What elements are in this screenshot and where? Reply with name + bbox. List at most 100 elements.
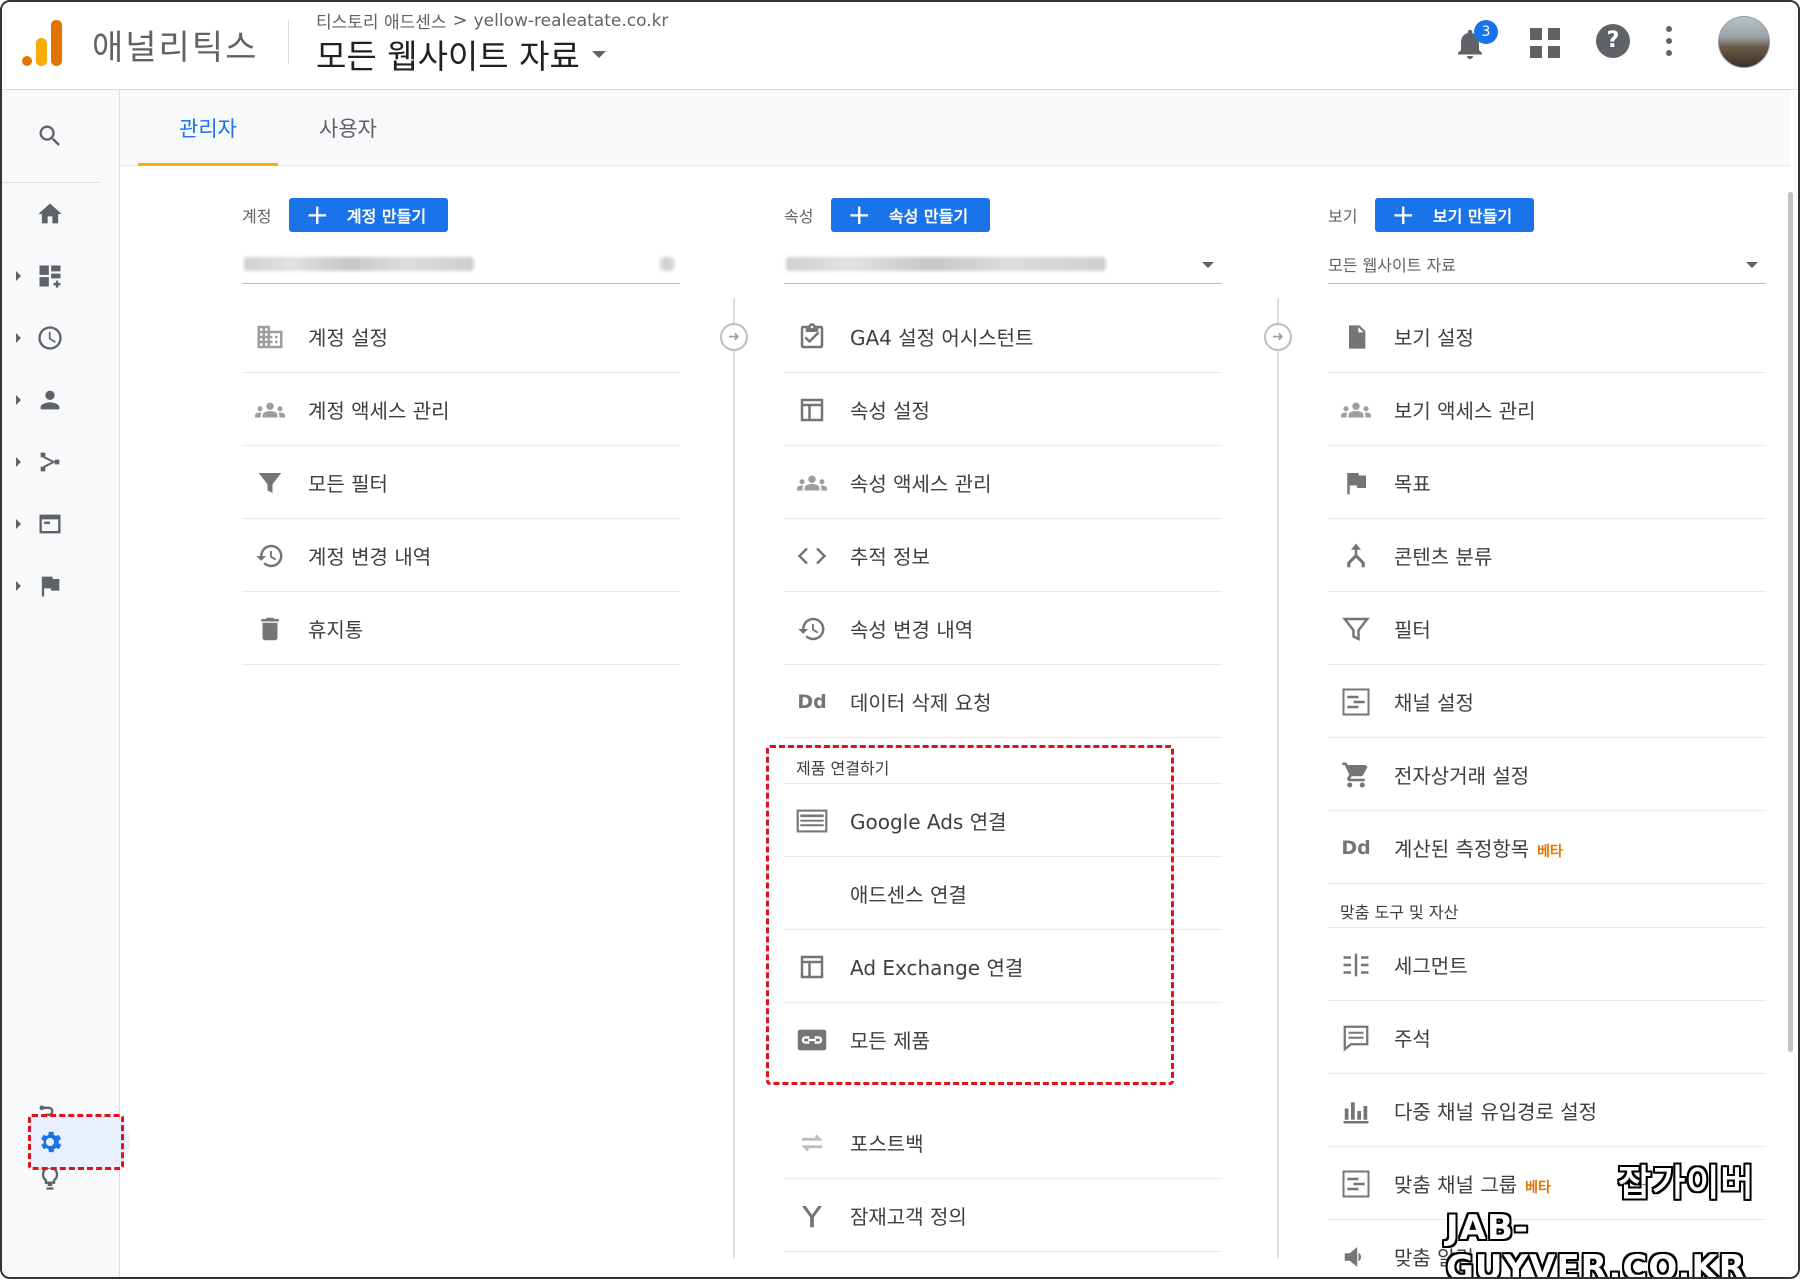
grouping-icon (1340, 541, 1372, 571)
menu-label: 계산된 측정항목 베타 (1394, 833, 1563, 862)
rail-audience[interactable] (2, 376, 120, 424)
data-deletion-item[interactable]: Dd 데이터 삭제 요청 (784, 665, 1222, 738)
property-history-item[interactable]: 속성 변경 내역 (784, 592, 1222, 665)
megaphone-icon (1340, 1242, 1372, 1272)
scrollbar[interactable] (1788, 192, 1793, 1052)
tab-user[interactable]: 사용자 (286, 90, 410, 166)
conversions-icon (41, 576, 60, 597)
view-label: 보기 (1328, 207, 1358, 226)
account-access-item[interactable]: 계정 액세스 관리 (242, 373, 680, 446)
help-icon[interactable]: ? (1596, 24, 1630, 58)
plus-icon: + (305, 198, 329, 231)
dd-icon: Dd (1341, 837, 1371, 859)
calculated-metrics-label: 계산된 측정항목 (1394, 836, 1530, 861)
view-title[interactable]: 모든 웹사이트 자료 (316, 30, 580, 78)
menu-label: 다중 채널 유입경로 설정 (1394, 1099, 1598, 1124)
trash-item[interactable]: 휴지통 (242, 592, 680, 665)
flag-icon (1340, 468, 1372, 498)
create-view-button[interactable]: + 보기 만들기 (1375, 198, 1535, 232)
expand-triangle-icon (16, 457, 21, 467)
all-filters-item[interactable]: 모든 필터 (242, 446, 680, 519)
filter-icon (254, 468, 286, 498)
property-settings-item[interactable]: 속성 설정 (784, 373, 1222, 446)
column-divider (1277, 298, 1279, 1258)
audience-definitions-item[interactable]: 잠재고객 정의 (784, 1179, 1222, 1252)
postback-icon (796, 1128, 828, 1158)
home-icon (38, 203, 62, 224)
create-view-label: 보기 만들기 (1432, 207, 1513, 226)
menu-label: 계정 설정 (308, 325, 388, 350)
avatar[interactable] (1718, 16, 1770, 68)
create-account-button[interactable]: + 계정 만들기 (289, 198, 449, 232)
tracking-info-item[interactable]: 추적 정보 (784, 519, 1222, 592)
behavior-icon (39, 514, 61, 534)
property-selector[interactable] (784, 244, 1222, 284)
menu-label: 맞춤 채널 그룹 베타 (1394, 1169, 1551, 1198)
account-history-item[interactable]: 계정 변경 내역 (242, 519, 680, 592)
admin-annotation-box (28, 1114, 124, 1170)
caret-down-icon (1202, 262, 1214, 268)
apps-grid-icon[interactable] (1530, 28, 1560, 58)
more-vert-icon[interactable] (1666, 26, 1672, 56)
left-rail (2, 90, 130, 1277)
analytics-logo[interactable] (22, 20, 62, 66)
menu-label: 휴지통 (308, 617, 364, 642)
menu-label: 계정 액세스 관리 (308, 398, 450, 423)
content-grouping-item[interactable]: 콘텐츠 분류 (1328, 519, 1766, 592)
annotation-icon (1340, 1023, 1372, 1053)
create-property-button[interactable]: + 속성 만들기 (831, 198, 991, 232)
channel-icon (1340, 1169, 1372, 1199)
breadcrumb-property[interactable]: yellow-realeatate.co.kr (474, 11, 669, 31)
window-icon (796, 395, 828, 425)
menu-label: 주석 (1394, 1026, 1431, 1051)
menu-label: 속성 설정 (850, 398, 930, 423)
app-frame: 애널리틱스 티스토리 애드센스 > yellow-realeatate.co.k… (0, 0, 1800, 1279)
menu-label: 목표 (1394, 471, 1431, 496)
calculated-metrics-item[interactable]: Dd 계산된 측정항목 베타 (1328, 811, 1766, 884)
admin-tabs: 관리자 사용자 (120, 90, 1790, 166)
search-icon (39, 125, 60, 146)
view-filters-item[interactable]: 필터 (1328, 592, 1766, 665)
annotations-item[interactable]: 주석 (1328, 1001, 1766, 1074)
menu-label: 계정 변경 내역 (308, 544, 432, 569)
mcf-settings-item[interactable]: 다중 채널 유입경로 설정 (1328, 1074, 1766, 1147)
rail-realtime[interactable] (2, 314, 120, 362)
rail-behavior[interactable] (2, 500, 120, 548)
history-icon (796, 614, 828, 644)
menu-label: 속성 변경 내역 (850, 617, 974, 642)
segments-item[interactable]: 세그먼트 (1328, 928, 1766, 1001)
rail-acquisition[interactable] (2, 438, 120, 486)
rail-home[interactable] (2, 190, 120, 238)
beta-badge: 베타 (1537, 843, 1563, 860)
view-selector[interactable]: 모든 웹사이트 자료 (316, 30, 606, 78)
create-property-label: 속성 만들기 (888, 207, 969, 226)
people-icon (254, 395, 286, 425)
menu-label: 보기 설정 (1394, 325, 1474, 350)
account-selector[interactable] (242, 244, 680, 284)
dd-icon: Dd (797, 691, 827, 713)
view-access-item[interactable]: 보기 액세스 관리 (1328, 373, 1766, 446)
arrow-right-icon: ➜ (1264, 323, 1292, 351)
tab-admin[interactable]: 관리자 (138, 90, 278, 166)
audience-icon (40, 390, 60, 410)
app-name: 애널리틱스 (92, 28, 259, 68)
segment-icon (1340, 950, 1372, 980)
postback-item[interactable]: 포스트백 (784, 1106, 1222, 1179)
menu-label: 세그먼트 (1394, 953, 1468, 978)
caret-down-icon (1746, 262, 1758, 268)
ecommerce-settings-item[interactable]: 전자상거래 설정 (1328, 738, 1766, 811)
view-settings-item[interactable]: 보기 설정 (1328, 300, 1766, 373)
menu-label: 잠재고객 정의 (850, 1204, 967, 1229)
arrow-right-icon: ➜ (720, 323, 748, 351)
rail-customization[interactable] (2, 252, 120, 300)
rail-conversions[interactable] (2, 562, 120, 610)
view-dropdown[interactable]: 모든 웹사이트 자료 (1328, 244, 1766, 284)
property-access-item[interactable]: 속성 액세스 관리 (784, 446, 1222, 519)
ga4-setup-assistant-item[interactable]: GA4 설정 어시스턴트 (784, 300, 1222, 373)
channel-settings-item[interactable]: 채널 설정 (1328, 665, 1766, 738)
rail-search[interactable] (2, 112, 120, 160)
account-settings-item[interactable]: 계정 설정 (242, 300, 680, 373)
expand-triangle-icon (16, 271, 21, 281)
goals-item[interactable]: 목표 (1328, 446, 1766, 519)
notifications-button[interactable]: 3 (1452, 20, 1498, 62)
